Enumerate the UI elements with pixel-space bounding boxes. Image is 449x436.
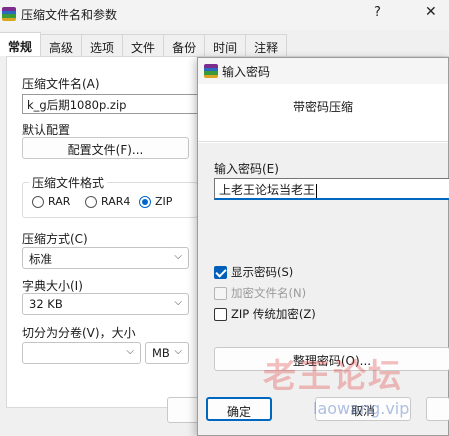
- help-question-icon[interactable]: ?: [374, 5, 381, 20]
- password-input[interactable]: 上老王论坛当老王: [214, 178, 449, 200]
- format-rar-radio[interactable]: RAR: [32, 195, 70, 208]
- archive-name-input[interactable]: k_g后期1080p.zip: [22, 94, 198, 114]
- tab-advanced[interactable]: 高级: [40, 34, 83, 56]
- tab-time[interactable]: 时间: [204, 34, 247, 56]
- dictionary-value: 32 KB: [29, 297, 63, 311]
- method-value: 标准: [29, 252, 52, 266]
- password-dialog-title: 输入密码: [222, 65, 271, 79]
- watermark-text: 老王论坛: [263, 356, 403, 395]
- tab-files[interactable]: 文件: [122, 34, 165, 56]
- checkbox-icon: [214, 307, 227, 321]
- method-select[interactable]: 标准 ⌵: [22, 247, 189, 269]
- chevron-down-icon: ⌵: [174, 346, 182, 357]
- tab-comment[interactable]: 注释: [245, 34, 288, 56]
- zip-legacy-encryption-checkbox[interactable]: ZIP 传统加密(Z): [214, 306, 316, 322]
- chevron-down-icon: ⌵: [174, 297, 182, 308]
- tab-general[interactable]: 常规: [0, 32, 42, 56]
- radio-circle: [32, 195, 44, 208]
- help-button-partial[interactable]: [426, 397, 449, 421]
- main-title-bar[interactable]: 压缩文件名和参数 ? ✕: [0, 0, 449, 30]
- encrypt-filenames-checkbox[interactable]: 加密文件名(N): [214, 285, 306, 301]
- encrypt-filenames-label: 加密文件名(N): [231, 286, 307, 300]
- password-dialog-header: 带密码压缩: [198, 84, 448, 142]
- tab-backup[interactable]: 备份: [163, 34, 206, 56]
- show-password-label: 显示密码(S): [231, 265, 294, 279]
- ok-button[interactable]: 确定: [206, 397, 272, 421]
- format-zip-radio[interactable]: ZIP: [139, 195, 172, 208]
- tab-options[interactable]: 选项: [81, 34, 124, 56]
- format-rar4-label: RAR4: [101, 195, 131, 208]
- password-dialog-title-bar[interactable]: 输入密码: [198, 58, 448, 84]
- format-rar-label: RAR: [48, 195, 71, 208]
- radio-circle-selected: [139, 195, 151, 208]
- split-size-select[interactable]: ⌵: [22, 342, 141, 364]
- show-password-checkbox[interactable]: 显示密码(S): [214, 264, 293, 280]
- format-rar4-radio[interactable]: RAR4: [85, 195, 130, 208]
- watermark-url: laowang.vip: [313, 399, 410, 418]
- dictionary-label: 字典大小(I): [22, 279, 83, 293]
- checkbox-checked-icon: [214, 265, 227, 279]
- winrar-app-icon: [204, 64, 218, 78]
- dictionary-select[interactable]: 32 KB ⌵: [22, 293, 189, 315]
- main-window-title: 压缩文件名和参数: [21, 8, 118, 22]
- winrar-app-icon: [2, 7, 16, 21]
- default-profile-label: 默认配置: [22, 123, 71, 137]
- chevron-down-icon: ⌵: [126, 346, 134, 357]
- radio-circle: [85, 195, 97, 208]
- tab-strip: 常规 高级 选项 文件 备份 时间 注释: [0, 32, 288, 56]
- password-value: 上老王论坛当老王: [219, 183, 316, 197]
- password-dialog-heading: 带密码压缩: [292, 100, 353, 114]
- password-label: 输入密码(E): [214, 162, 279, 176]
- chevron-down-icon: ⌵: [174, 251, 182, 262]
- archive-name-label: 压缩文件名(A): [22, 77, 100, 91]
- format-zip-label: ZIP: [155, 195, 173, 208]
- close-icon[interactable]: ✕: [425, 4, 437, 20]
- split-unit-value: MB: [152, 346, 170, 360]
- split-unit-select[interactable]: MB ⌵: [145, 342, 189, 364]
- checkbox-icon: [214, 286, 227, 300]
- zip-legacy-encryption-label: ZIP 传统加密(Z): [231, 307, 316, 321]
- split-volume-label: 切分为分卷(V)，大小: [22, 326, 136, 340]
- profiles-button[interactable]: 配置文件(F)...: [22, 137, 189, 159]
- format-group-label: 压缩文件格式: [29, 174, 108, 191]
- text-caret: [316, 183, 318, 198]
- method-label: 压缩方式(C): [22, 232, 88, 246]
